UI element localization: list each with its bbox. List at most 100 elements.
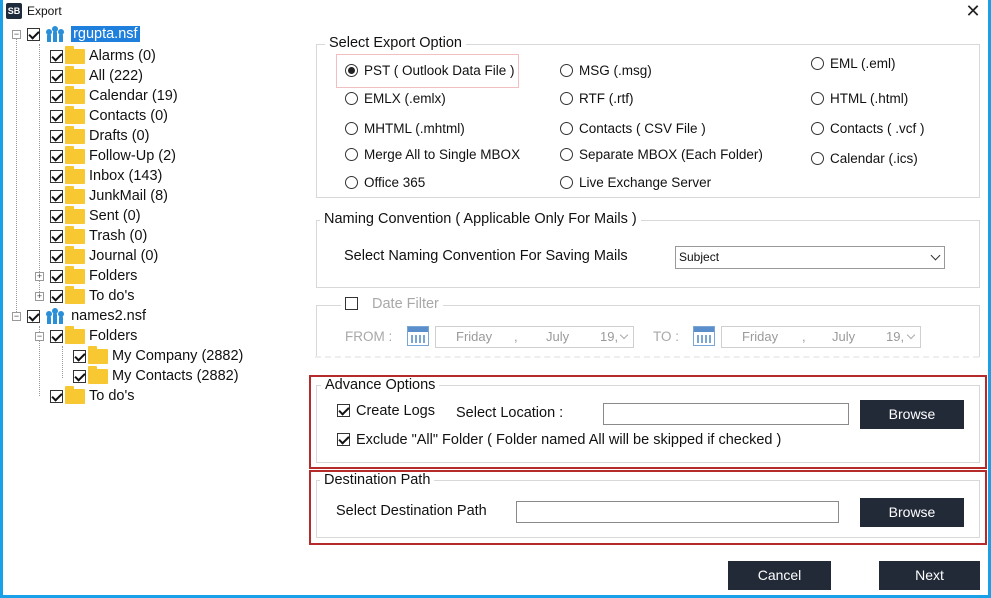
cancel-button[interactable]: Cancel <box>728 561 831 590</box>
create-logs-checkbox[interactable] <box>337 403 350 417</box>
folder-icon <box>65 385 85 404</box>
to-date-picker[interactable]: Friday , July 19, <box>721 326 921 348</box>
close-icon[interactable]: ✕ <box>962 0 984 22</box>
title-bar: SB Export ✕ <box>3 0 988 24</box>
from-date-picker[interactable]: Friday , July 19, <box>435 326 634 348</box>
destination-path-label: Select Destination Path <box>336 503 487 519</box>
checkbox-icon[interactable] <box>50 169 63 183</box>
expand-toggle-icon[interactable]: + <box>35 292 44 301</box>
checkbox-icon[interactable] <box>50 269 63 283</box>
collapse-toggle-icon[interactable]: − <box>35 332 44 341</box>
radio-live-exchange[interactable]: Live Exchange Server <box>560 174 711 192</box>
checkbox-icon[interactable] <box>50 289 63 303</box>
tree-item[interactable]: Contacts (0) <box>50 105 168 126</box>
tree-item[interactable]: To do's <box>50 385 135 406</box>
date-filter-header[interactable]: Date Filter <box>341 296 443 312</box>
tree-item[interactable]: Trash (0) <box>50 225 147 246</box>
tree-item[interactable]: My Contacts (2882) <box>73 365 239 386</box>
radio-rtf[interactable]: RTF (.rtf) <box>560 90 634 108</box>
tree-root-names2[interactable]: names2.nsf <box>27 306 146 326</box>
calendar-icon[interactable] <box>407 326 429 346</box>
radio-pst[interactable]: PST ( Outlook Data File ) <box>345 62 515 80</box>
checkbox-icon[interactable] <box>73 349 86 363</box>
radio-icon[interactable] <box>560 147 573 161</box>
destination-path-title: Destination Path <box>320 472 435 488</box>
tree-item[interactable]: My Company (2882) <box>73 345 243 366</box>
folder-tree: − rgupta.nsf Alarms (0) All (222) Calend… <box>3 24 303 594</box>
radio-icon[interactable] <box>560 175 573 189</box>
date-filter-checkbox[interactable] <box>345 296 358 310</box>
checkbox-icon[interactable] <box>50 209 63 223</box>
tree-item[interactable]: All (222) <box>50 65 143 86</box>
tree-item[interactable]: Folders <box>50 325 137 346</box>
tree-item[interactable]: Journal (0) <box>50 245 158 266</box>
create-logs-option[interactable]: Create Logs <box>337 403 435 419</box>
radio-office365[interactable]: Office 365 <box>345 174 425 192</box>
radio-separate-mbox[interactable]: Separate MBOX (Each Folder) <box>560 146 763 164</box>
radio-mhtml[interactable]: MHTML (.mhtml) <box>345 120 465 138</box>
radio-contacts-vcf[interactable]: Contacts ( .vcf ) <box>811 120 925 138</box>
checkbox-icon[interactable] <box>50 229 63 243</box>
tree-item[interactable]: To do's <box>50 285 135 306</box>
checkbox-icon[interactable] <box>50 109 63 123</box>
radio-icon[interactable] <box>345 121 358 135</box>
checkbox-icon[interactable] <box>50 89 63 103</box>
radio-msg[interactable]: MSG (.msg) <box>560 62 652 80</box>
tree-item[interactable]: Sent (0) <box>50 205 141 226</box>
app-logo-icon: SB <box>6 3 22 19</box>
checkbox-icon[interactable] <box>50 129 63 143</box>
export-window: SB Export ✕ − rgupta.nsf Alarms (0) All … <box>0 0 991 598</box>
exclude-all-option[interactable]: Exclude "All" Folder ( Folder named All … <box>337 432 781 448</box>
checkbox-icon[interactable] <box>50 49 63 63</box>
destination-path-input[interactable] <box>516 501 839 523</box>
next-button[interactable]: Next <box>879 561 980 590</box>
radio-icon[interactable] <box>811 56 824 70</box>
naming-convention-select[interactable]: Subject <box>675 246 945 269</box>
log-location-input[interactable] <box>603 403 849 425</box>
folder-icon <box>65 65 85 84</box>
checkbox-icon[interactable] <box>50 389 63 403</box>
radio-emlx[interactable]: EMLX (.emlx) <box>345 90 446 108</box>
radio-icon[interactable] <box>811 151 824 165</box>
folder-icon <box>65 265 85 284</box>
exclude-all-checkbox[interactable] <box>337 432 350 446</box>
tree-item[interactable]: Folders <box>50 265 137 286</box>
radio-icon[interactable] <box>811 121 824 135</box>
folder-icon <box>65 145 85 164</box>
destination-browse-button[interactable]: Browse <box>860 498 964 527</box>
radio-icon[interactable] <box>345 175 358 189</box>
radio-icon[interactable] <box>811 91 824 105</box>
log-browse-button[interactable]: Browse <box>860 400 964 429</box>
tree-item[interactable]: Inbox (143) <box>50 165 162 186</box>
radio-html[interactable]: HTML (.html) <box>811 90 908 108</box>
radio-icon[interactable] <box>345 147 358 161</box>
radio-calendar-ics[interactable]: Calendar (.ics) <box>811 150 918 168</box>
checkbox-icon[interactable] <box>50 149 63 163</box>
radio-selected-icon[interactable] <box>345 63 358 77</box>
radio-icon[interactable] <box>560 121 573 135</box>
collapse-toggle-icon[interactable]: − <box>12 312 21 321</box>
radio-eml[interactable]: EML (.eml) <box>811 55 896 73</box>
tree-item[interactable]: Follow-Up (2) <box>50 145 176 166</box>
checkbox-icon[interactable] <box>27 309 40 323</box>
tree-item[interactable]: JunkMail (8) <box>50 185 168 206</box>
tree-root-rgupta[interactable]: rgupta.nsf <box>27 24 140 44</box>
expand-toggle-icon[interactable]: + <box>35 272 44 281</box>
checkbox-icon[interactable] <box>50 329 63 343</box>
radio-icon[interactable] <box>560 91 573 105</box>
checkbox-icon[interactable] <box>27 27 40 41</box>
radio-contacts-csv[interactable]: Contacts ( CSV File ) <box>560 120 706 138</box>
calendar-icon[interactable] <box>693 326 715 346</box>
tree-item[interactable]: Drafts (0) <box>50 125 149 146</box>
checkbox-icon[interactable] <box>50 69 63 83</box>
collapse-toggle-icon[interactable]: − <box>12 30 21 39</box>
checkbox-icon[interactable] <box>50 189 63 203</box>
checkbox-icon[interactable] <box>50 249 63 263</box>
folder-icon <box>65 245 85 264</box>
radio-icon[interactable] <box>560 63 573 77</box>
checkbox-icon[interactable] <box>73 369 86 383</box>
tree-item[interactable]: Alarms (0) <box>50 45 156 66</box>
tree-item[interactable]: Calendar (19) <box>50 85 178 106</box>
radio-icon[interactable] <box>345 91 358 105</box>
radio-merge-mbox[interactable]: Merge All to Single MBOX <box>345 146 520 164</box>
